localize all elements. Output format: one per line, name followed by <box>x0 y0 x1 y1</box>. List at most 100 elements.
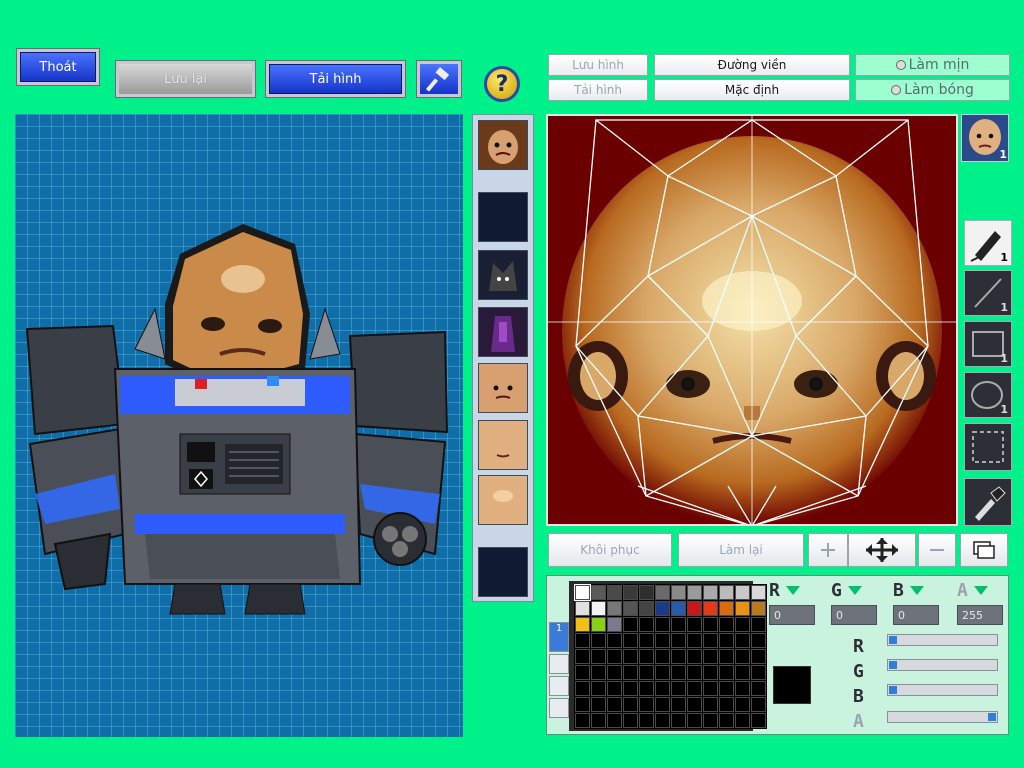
save-image-button[interactable]: Lưu hình <box>548 54 648 76</box>
red-channel-header[interactable]: R <box>769 580 800 601</box>
palette-swatch[interactable] <box>719 697 734 712</box>
palette-swatch[interactable] <box>575 697 590 712</box>
palette-swatch[interactable] <box>639 681 654 696</box>
palette-swatch[interactable] <box>639 697 654 712</box>
green-channel-header[interactable]: G <box>831 580 862 601</box>
thumb-face-4[interactable] <box>478 475 528 525</box>
palette-swatch[interactable] <box>751 681 766 696</box>
palette-swatch[interactable] <box>639 601 654 616</box>
default-button[interactable]: Mặc định <box>654 79 850 101</box>
palette-swatch[interactable] <box>671 697 686 712</box>
palette-swatch[interactable] <box>751 633 766 648</box>
palette-swatch[interactable] <box>703 665 718 680</box>
palette-swatch[interactable] <box>719 681 734 696</box>
restore-button[interactable]: Khôi phục <box>548 533 672 567</box>
zoom-out-button[interactable] <box>918 533 956 567</box>
palette-swatch[interactable] <box>719 617 734 632</box>
shine-option[interactable]: Làm bóng <box>855 79 1010 101</box>
palette-swatch[interactable] <box>639 649 654 664</box>
ellipse-tool-button[interactable]: 1 <box>964 372 1012 418</box>
pen-tool-button[interactable]: 1 <box>964 220 1012 266</box>
palette-swatch[interactable] <box>703 649 718 664</box>
palette-swatch[interactable] <box>623 665 638 680</box>
palette-swatch[interactable] <box>735 649 750 664</box>
palette-swatch[interactable] <box>623 681 638 696</box>
palette-swatch[interactable] <box>735 617 750 632</box>
palette-swatch[interactable] <box>735 713 750 728</box>
thumb-wolf[interactable] <box>478 250 528 300</box>
palette-swatch[interactable] <box>719 649 734 664</box>
palette-swatch[interactable] <box>591 585 606 600</box>
palette-swatch[interactable] <box>623 633 638 648</box>
slider-knob[interactable] <box>889 636 897 644</box>
red-value[interactable]: 0 <box>769 605 815 625</box>
thumb-purple[interactable] <box>478 307 528 357</box>
palette-swatch[interactable] <box>655 617 670 632</box>
palette-swatch[interactable] <box>735 665 750 680</box>
smooth-option[interactable]: Làm mịn <box>855 54 1010 76</box>
palette-swatch[interactable] <box>639 713 654 728</box>
palette-swatch[interactable] <box>671 665 686 680</box>
palette-swatch[interactable] <box>591 633 606 648</box>
outline-button[interactable]: Đường viền <box>654 54 850 76</box>
palette-swatch[interactable] <box>607 665 622 680</box>
thumb-face-2[interactable] <box>478 363 528 413</box>
texture-canvas[interactable] <box>546 114 958 526</box>
palette-swatch[interactable] <box>591 697 606 712</box>
palette-swatch[interactable] <box>719 633 734 648</box>
palette-swatch[interactable] <box>719 601 734 616</box>
palette-swatch[interactable] <box>687 633 702 648</box>
palette-swatch[interactable] <box>575 633 590 648</box>
alpha-channel-header[interactable]: A <box>957 580 988 601</box>
palette-swatch[interactable] <box>687 601 702 616</box>
palette-swatch[interactable] <box>655 601 670 616</box>
palette-swatch[interactable] <box>623 617 638 632</box>
palette-swatch[interactable] <box>607 681 622 696</box>
palette-swatch[interactable] <box>687 697 702 712</box>
alpha-value[interactable]: 255 <box>957 605 1003 625</box>
move-button[interactable] <box>848 533 916 567</box>
palette-swatch[interactable] <box>574 584 591 601</box>
palette-swatch[interactable] <box>607 649 622 664</box>
palette-swatch[interactable] <box>655 713 670 728</box>
green-value[interactable]: 0 <box>831 605 877 625</box>
palette-swatch[interactable] <box>607 633 622 648</box>
palette-tab-1[interactable]: 1 <box>549 622 569 652</box>
palette-swatch[interactable] <box>639 665 654 680</box>
line-tool-button[interactable]: 1 <box>964 270 1012 316</box>
palette-swatch[interactable] <box>751 617 766 632</box>
palette-swatch[interactable] <box>687 713 702 728</box>
palette-swatch[interactable] <box>671 649 686 664</box>
rect-tool-button[interactable]: 1 <box>964 321 1012 367</box>
palette-swatch[interactable] <box>735 697 750 712</box>
palette-swatch[interactable] <box>607 697 622 712</box>
slider-knob[interactable] <box>889 686 897 694</box>
thumb-dark-2[interactable] <box>478 547 528 597</box>
palette-swatch[interactable] <box>751 585 766 600</box>
palette-swatch[interactable] <box>575 601 590 616</box>
selected-part-thumb[interactable]: 1 <box>961 114 1009 162</box>
palette-swatch[interactable] <box>719 713 734 728</box>
palette-swatch[interactable] <box>719 585 734 600</box>
redo-button[interactable]: Làm lại <box>678 533 804 567</box>
palette-swatch[interactable] <box>591 617 606 632</box>
palette-swatch[interactable] <box>703 633 718 648</box>
slider-knob[interactable] <box>988 713 996 721</box>
palette-swatch[interactable] <box>719 665 734 680</box>
palette-swatch[interactable] <box>591 601 606 616</box>
slider-knob[interactable] <box>889 661 897 669</box>
layers-button[interactable] <box>960 533 1008 567</box>
green-slider[interactable] <box>887 659 998 671</box>
palette-swatch[interactable] <box>671 601 686 616</box>
palette-swatch[interactable] <box>655 697 670 712</box>
help-button[interactable]: ? <box>484 66 520 102</box>
thumb-face-3[interactable] <box>478 420 528 470</box>
hammer-button[interactable] <box>416 60 462 98</box>
palette-swatch[interactable] <box>655 681 670 696</box>
palette-swatch[interactable] <box>687 681 702 696</box>
palette-swatch[interactable] <box>591 681 606 696</box>
blue-channel-header[interactable]: B <box>893 580 924 601</box>
palette-grid[interactable] <box>574 584 767 729</box>
palette-swatch[interactable] <box>607 617 622 632</box>
blue-slider[interactable] <box>887 684 998 696</box>
